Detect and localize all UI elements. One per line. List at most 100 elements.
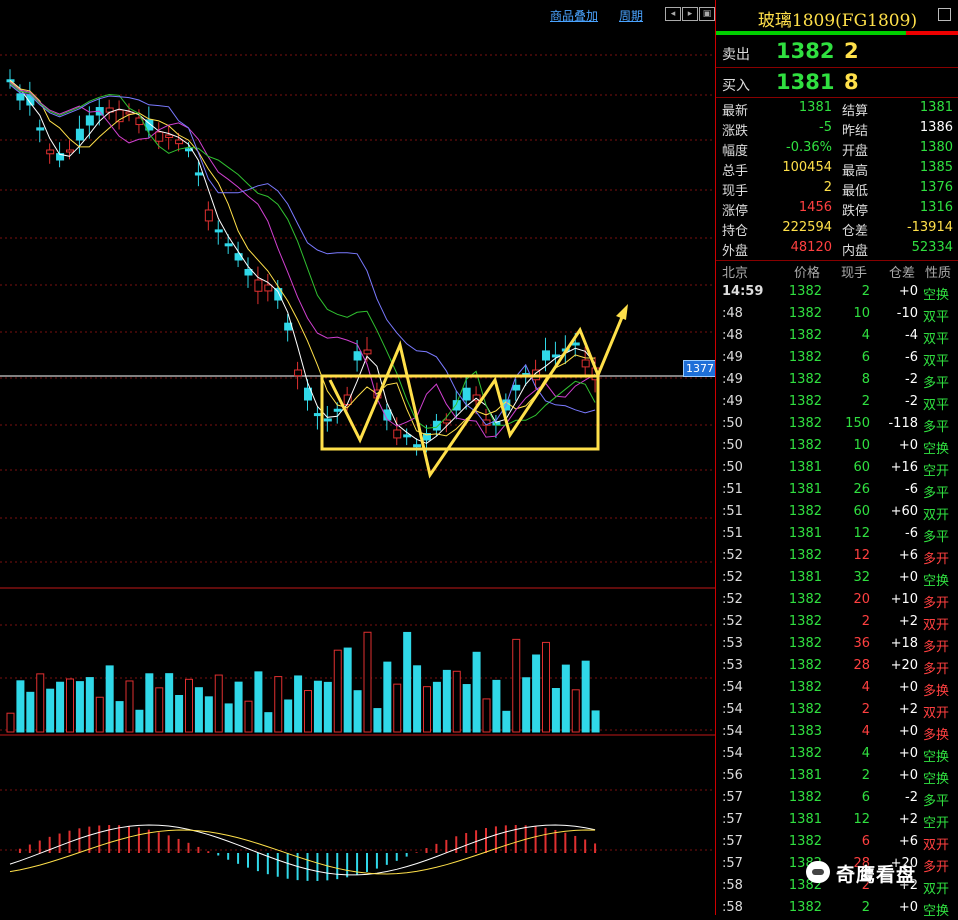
candle xyxy=(165,134,174,138)
tick-row[interactable]: :54 1382 4 +0 多换 xyxy=(716,678,958,700)
tick-price: 1381 xyxy=(788,768,822,783)
tick-price: 1382 xyxy=(788,328,822,343)
tick-row[interactable]: :49 1382 6 -6 双平 xyxy=(716,348,958,370)
candlestick-chart[interactable]: 商品叠加 周期 ◂ ▸ ▣ 1377 xyxy=(0,0,717,915)
volume-bar xyxy=(165,673,174,733)
tick-row[interactable]: :51 1382 60 +60 双开 xyxy=(716,502,958,524)
tick-row[interactable]: :50 1381 60 +16 空开 xyxy=(716,458,958,480)
candle xyxy=(194,172,203,176)
tick-row[interactable]: :49 1382 8 -2 多平 xyxy=(716,370,958,392)
candle xyxy=(403,434,412,438)
tick-row[interactable]: 14:59 1382 2 +0 空换 xyxy=(716,282,958,304)
tick-row[interactable]: :51 1381 26 -6 多平 xyxy=(716,480,958,502)
tick-row[interactable]: :48 1382 10 -10 双平 xyxy=(716,304,958,326)
stat-label: 最低 xyxy=(842,184,869,199)
stat-value: 1386 xyxy=(919,120,953,135)
stat-6-right: 仓差 -13914 xyxy=(842,220,953,240)
tick-volume: 2 xyxy=(861,702,870,717)
tick-row[interactable]: :52 1381 32 +0 空换 xyxy=(716,568,958,590)
tick-row[interactable]: :49 1382 2 -2 双平 xyxy=(716,392,958,414)
tick-price: 1381 xyxy=(788,526,822,541)
volume-bar xyxy=(413,665,422,733)
tick-time: :50 xyxy=(722,416,743,431)
volume-bar xyxy=(135,709,144,733)
tick-row[interactable]: :54 1382 4 +0 空换 xyxy=(716,744,958,766)
stat-label: 昨结 xyxy=(842,124,869,139)
tick-oi-change: +0 xyxy=(898,746,918,761)
tick-price: 1382 xyxy=(788,680,822,695)
tick-price: 1382 xyxy=(788,900,822,915)
tick-time: :52 xyxy=(722,614,743,629)
tick-row[interactable]: :56 1381 2 +0 空换 xyxy=(716,766,958,788)
tick-price: 1382 xyxy=(788,504,822,519)
stat-value: -13914 xyxy=(906,220,953,235)
tick-oi-change: +20 xyxy=(890,658,918,673)
stat-value: 100454 xyxy=(782,160,832,175)
tick-type: 空换 xyxy=(923,750,950,765)
stat-label: 结算 xyxy=(842,104,869,119)
tick-row[interactable]: :57 1382 6 -2 多平 xyxy=(716,788,958,810)
tick-time: :58 xyxy=(722,878,743,893)
tick-price: 1382 xyxy=(788,438,822,453)
arrow-head-icon xyxy=(616,304,628,320)
tick-row[interactable]: :53 1382 28 +20 多开 xyxy=(716,656,958,678)
candle xyxy=(155,131,164,142)
tick-type: 双平 xyxy=(923,398,950,413)
tick-row[interactable]: :48 1382 4 -4 双平 xyxy=(716,326,958,348)
tick-volume: 6 xyxy=(861,834,870,849)
tick-price: 1382 xyxy=(788,746,822,761)
bid-label: 买入 xyxy=(722,78,750,94)
next-arrow-icon[interactable]: ▸ xyxy=(682,7,698,21)
stat-value: 1381 xyxy=(798,100,832,115)
col-type: 性质 xyxy=(925,266,952,281)
stat-5-left: 涨停 1456 xyxy=(722,200,832,220)
candle xyxy=(85,115,94,126)
overlay-link[interactable]: 商品叠加 xyxy=(550,7,598,24)
volume-bar xyxy=(284,699,293,733)
tick-price: 1381 xyxy=(788,812,822,827)
candle xyxy=(393,429,402,439)
tick-row[interactable]: :52 1382 20 +10 多开 xyxy=(716,590,958,612)
tick-row[interactable]: :54 1383 4 +0 多换 xyxy=(716,722,958,744)
candle xyxy=(432,420,441,431)
tick-time: :51 xyxy=(722,526,743,541)
tick-row[interactable]: :51 1381 12 -6 多平 xyxy=(716,524,958,546)
tick-row[interactable]: :57 1381 12 +2 空开 xyxy=(716,810,958,832)
tick-time: :49 xyxy=(722,372,743,387)
volume-bar xyxy=(571,689,580,733)
tick-time: :50 xyxy=(722,460,743,475)
tick-row[interactable]: :57 1382 6 +6 双开 xyxy=(716,832,958,854)
tick-time: :57 xyxy=(722,812,743,827)
ask-row: 卖出 1382 2 xyxy=(716,37,958,67)
tick-volume: 2 xyxy=(861,394,870,409)
tick-type: 多开 xyxy=(923,596,950,611)
tick-oi-change: -118 xyxy=(888,416,918,431)
col-vol: 现手 xyxy=(841,266,868,281)
prev-arrow-icon[interactable]: ◂ xyxy=(665,7,681,21)
volume-bar xyxy=(393,683,402,733)
panel-toggle-icon[interactable] xyxy=(938,8,951,21)
tick-row[interactable]: :54 1382 2 +2 双开 xyxy=(716,700,958,722)
tick-volume: 2 xyxy=(861,768,870,783)
tick-row[interactable]: :58 1382 2 +0 空换 xyxy=(716,898,958,920)
tick-row[interactable]: :52 1382 2 +2 双开 xyxy=(716,612,958,634)
volume-bar xyxy=(403,631,412,733)
window-toggle-icon[interactable]: ▣ xyxy=(699,7,715,21)
tick-price: 1382 xyxy=(788,548,822,563)
tick-row[interactable]: :50 1382 150 -118 多平 xyxy=(716,414,958,436)
tick-oi-change: +2 xyxy=(898,702,918,717)
tick-row[interactable]: :52 1382 12 +6 多开 xyxy=(716,546,958,568)
tick-time: :57 xyxy=(722,790,743,805)
stat-label: 涨停 xyxy=(722,204,749,219)
tick-row[interactable]: :50 1382 10 +0 空换 xyxy=(716,436,958,458)
tick-time: :50 xyxy=(722,438,743,453)
candle xyxy=(571,342,580,346)
tick-volume: 4 xyxy=(861,724,870,739)
tick-price: 1382 xyxy=(788,372,822,387)
period-link[interactable]: 周期 xyxy=(619,7,643,24)
tick-type: 多换 xyxy=(923,728,950,743)
tick-type: 双平 xyxy=(923,332,950,347)
candle xyxy=(512,384,521,391)
tick-price: 1381 xyxy=(788,570,822,585)
tick-row[interactable]: :53 1382 36 +18 多开 xyxy=(716,634,958,656)
